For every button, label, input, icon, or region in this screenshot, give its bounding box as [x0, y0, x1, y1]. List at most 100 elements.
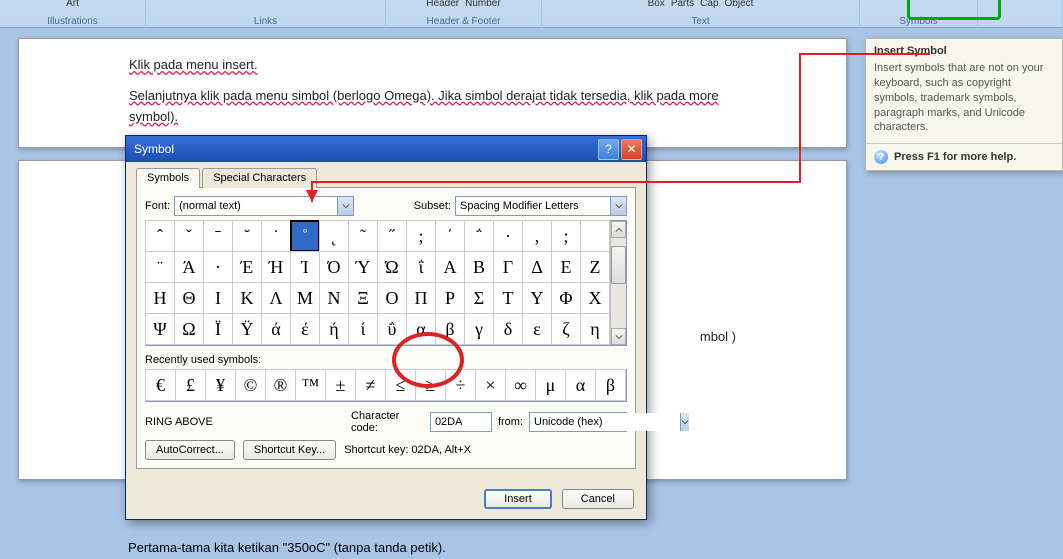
symbol-cell[interactable]: Ϊ: [203, 313, 233, 345]
symbol-cell[interactable]: Φ: [551, 282, 581, 314]
symbol-cell[interactable]: ΄: [435, 220, 465, 252]
symbol-cell[interactable]: Π: [406, 282, 436, 314]
symbol-cell[interactable]: Ώ: [377, 251, 407, 283]
symbol-cell[interactable]: ˚: [290, 220, 320, 252]
symbol-cell[interactable]: [580, 220, 610, 252]
tab-special-characters[interactable]: Special Characters: [202, 168, 317, 188]
symbol-cell[interactable]: Β: [464, 251, 494, 283]
symbol-cell[interactable]: Κ: [232, 282, 262, 314]
symbol-cell[interactable]: Γ: [493, 251, 523, 283]
symbol-cell[interactable]: Υ: [522, 282, 552, 314]
recent-symbol-cell[interactable]: ≥: [415, 369, 446, 401]
recent-symbol-cell[interactable]: ®: [265, 369, 296, 401]
symbol-cell[interactable]: ή: [319, 313, 349, 345]
symbol-cell[interactable]: ·: [493, 220, 523, 252]
insert-button[interactable]: Insert: [484, 489, 552, 509]
tab-symbols[interactable]: Symbols: [136, 168, 200, 188]
symbol-cell[interactable]: Ή: [261, 251, 291, 283]
chevron-down-icon[interactable]: [680, 413, 689, 431]
symbol-cell[interactable]: ˙: [261, 220, 291, 252]
recent-symbol-cell[interactable]: ™: [295, 369, 326, 401]
symbol-cell[interactable]: η: [580, 313, 610, 345]
symbol-cell[interactable]: Η: [145, 282, 175, 314]
symbol-cell[interactable]: Τ: [493, 282, 523, 314]
symbol-cell[interactable]: Μ: [290, 282, 320, 314]
subset-input[interactable]: [456, 197, 610, 215]
symbol-cell[interactable]: ί: [348, 313, 378, 345]
symbol-cell[interactable]: ;: [406, 220, 436, 252]
symbol-cell[interactable]: Ψ: [145, 313, 175, 345]
recent-symbol-cell[interactable]: β: [595, 369, 626, 401]
recent-symbol-cell[interactable]: α: [565, 369, 596, 401]
font-input[interactable]: [175, 197, 337, 215]
symbol-cell[interactable]: ά: [261, 313, 291, 345]
symbol-cell[interactable]: ·: [203, 251, 233, 283]
symbol-cell[interactable]: ;: [551, 220, 581, 252]
symbol-cell[interactable]: ˉ: [203, 220, 233, 252]
symbol-cell[interactable]: Ξ: [348, 282, 378, 314]
cancel-button[interactable]: Cancel: [562, 489, 634, 509]
symbol-cell[interactable]: Ω: [174, 313, 204, 345]
symbol-cell[interactable]: Ρ: [435, 282, 465, 314]
symbol-cell[interactable]: ¨: [145, 251, 175, 283]
scroll-down-button[interactable]: [611, 328, 626, 345]
autocorrect-button[interactable]: AutoCorrect...: [145, 440, 235, 460]
recent-symbol-cell[interactable]: μ: [535, 369, 566, 401]
symbol-cell[interactable]: β: [435, 313, 465, 345]
symbol-cell[interactable]: Ν: [319, 282, 349, 314]
dialog-close-button[interactable]: ✕: [621, 139, 642, 160]
symbol-cell[interactable]: Ζ: [580, 251, 610, 283]
recent-symbol-cell[interactable]: €: [145, 369, 176, 401]
symbol-cell[interactable]: ,: [522, 220, 552, 252]
symbol-cell[interactable]: ˜: [348, 220, 378, 252]
recent-symbol-cell[interactable]: ±: [325, 369, 356, 401]
symbol-cell[interactable]: Έ: [232, 251, 262, 283]
recent-symbol-cell[interactable]: ≤: [385, 369, 416, 401]
symbol-cell[interactable]: Δ: [522, 251, 552, 283]
scroll-up-button[interactable]: [611, 221, 626, 238]
symbol-cell[interactable]: Ύ: [348, 251, 378, 283]
recent-symbol-cell[interactable]: £: [175, 369, 206, 401]
symbol-cell[interactable]: Χ: [580, 282, 610, 314]
symbol-cell[interactable]: δ: [493, 313, 523, 345]
recent-symbol-cell[interactable]: ÷: [445, 369, 476, 401]
recent-symbol-cell[interactable]: ≠: [355, 369, 386, 401]
symbol-cell[interactable]: Λ: [261, 282, 291, 314]
subset-combo[interactable]: [455, 196, 627, 216]
symbol-cell[interactable]: Ε: [551, 251, 581, 283]
symbol-cell[interactable]: Ό: [319, 251, 349, 283]
grid-scrollbar[interactable]: [610, 221, 626, 345]
symbol-cell[interactable]: γ: [464, 313, 494, 345]
recent-symbol-cell[interactable]: ∞: [505, 369, 536, 401]
recent-symbol-cell[interactable]: ©: [235, 369, 266, 401]
symbol-cell[interactable]: ΐ: [406, 251, 436, 283]
symbol-cell[interactable]: Α: [435, 251, 465, 283]
symbol-cell[interactable]: Ί: [290, 251, 320, 283]
dialog-titlebar[interactable]: Symbol ? ✕: [126, 136, 646, 162]
symbol-cell[interactable]: ˘: [232, 220, 262, 252]
symbol-cell[interactable]: ΰ: [377, 313, 407, 345]
symbol-cell[interactable]: Ϋ: [232, 313, 262, 345]
symbol-cell[interactable]: Σ: [464, 282, 494, 314]
from-input[interactable]: [530, 413, 680, 431]
chevron-down-icon[interactable]: [610, 197, 626, 215]
chevron-down-icon[interactable]: [337, 197, 353, 215]
symbol-cell[interactable]: έ: [290, 313, 320, 345]
symbol-cell[interactable]: ˆ: [145, 220, 175, 252]
recent-symbol-cell[interactable]: ×: [475, 369, 506, 401]
symbol-cell[interactable]: ζ: [551, 313, 581, 345]
from-combo[interactable]: [529, 412, 627, 432]
charcode-input[interactable]: [430, 412, 492, 432]
symbol-cell[interactable]: Ά: [174, 251, 204, 283]
recent-symbol-cell[interactable]: ¥: [205, 369, 236, 401]
shortcut-key-button[interactable]: Shortcut Key...: [243, 440, 336, 460]
symbol-cell[interactable]: Ο: [377, 282, 407, 314]
symbol-cell[interactable]: Θ: [174, 282, 204, 314]
symbol-cell[interactable]: ˝: [377, 220, 407, 252]
symbol-cell[interactable]: ˛: [319, 220, 349, 252]
symbol-cell[interactable]: Ι: [203, 282, 233, 314]
symbol-cell[interactable]: α: [406, 313, 436, 345]
scroll-thumb[interactable]: [611, 246, 626, 284]
symbol-cell[interactable]: ε: [522, 313, 552, 345]
symbol-cell[interactable]: ΅: [464, 220, 494, 252]
